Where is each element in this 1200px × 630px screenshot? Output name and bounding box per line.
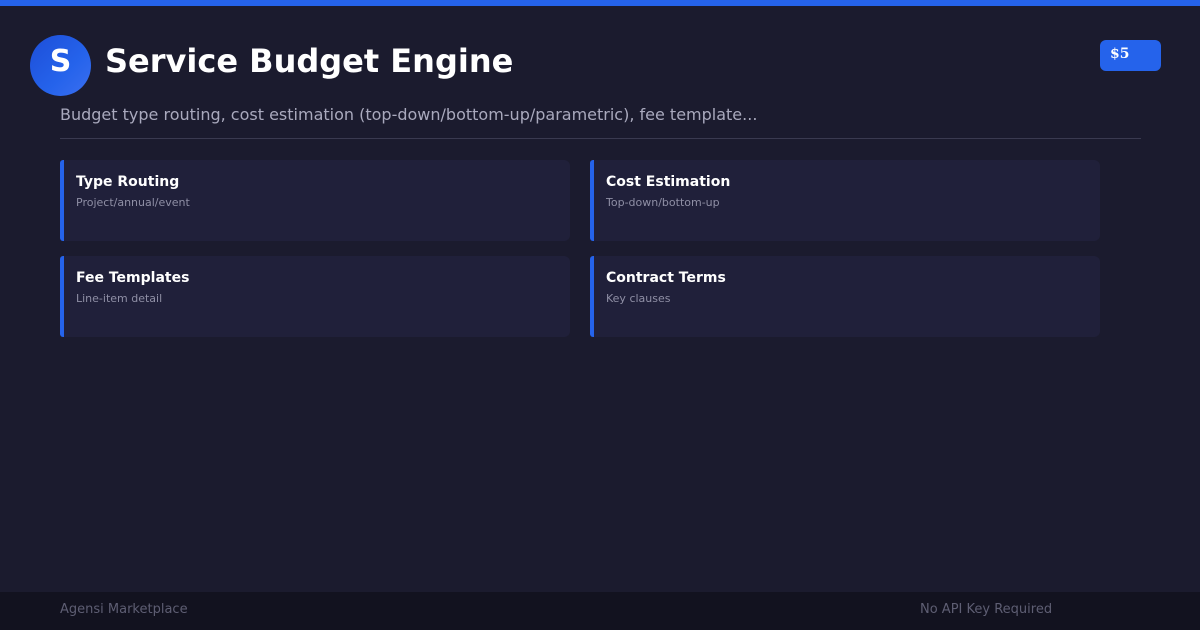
- page-title: Service Budget Engine: [105, 42, 514, 80]
- top-accent-bar: [0, 0, 1200, 6]
- feature-grid: Type Routing Project/annual/event Cost E…: [60, 160, 1100, 337]
- feature-card-contract-terms: Contract Terms Key clauses: [590, 256, 1100, 337]
- feature-card-type-routing: Type Routing Project/annual/event: [60, 160, 570, 241]
- footer-brand: Agensi Marketplace: [60, 602, 188, 617]
- feature-card-cost-estimation: Cost Estimation Top-down/bottom-up: [590, 160, 1100, 241]
- footer-api-note: No API Key Required: [920, 602, 1053, 617]
- feature-title: Type Routing: [76, 174, 180, 190]
- feature-description: Top-down/bottom-up: [606, 196, 720, 209]
- feature-description: Line-item detail: [76, 292, 163, 305]
- feature-description: Project/annual/event: [76, 196, 190, 209]
- header-divider: [60, 138, 1141, 139]
- feature-title: Contract Terms: [606, 270, 726, 286]
- logo-avatar: S: [30, 35, 91, 96]
- footer: Agensi Marketplace No API Key Required: [0, 592, 1200, 630]
- logo-letter: S: [49, 44, 72, 79]
- feature-title: Fee Templates: [76, 270, 190, 286]
- feature-description: Key clauses: [606, 292, 671, 305]
- feature-card-fee-templates: Fee Templates Line-item detail: [60, 256, 570, 337]
- price-badge: $5: [1100, 40, 1161, 71]
- page-subtitle: Budget type routing, cost estimation (to…: [60, 105, 758, 124]
- feature-title: Cost Estimation: [606, 174, 731, 190]
